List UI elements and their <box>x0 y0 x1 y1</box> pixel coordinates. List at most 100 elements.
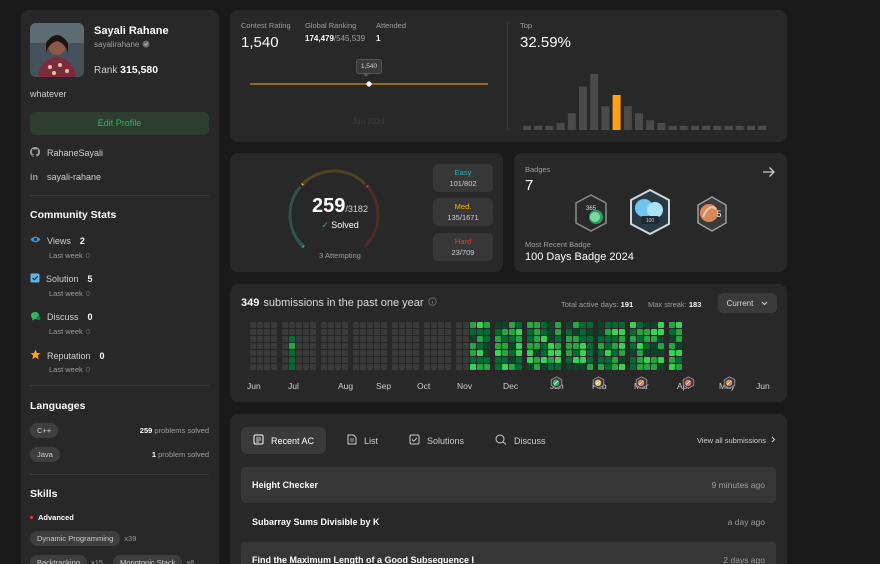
heatmap-cell[interactable] <box>477 357 483 363</box>
heatmap-cell[interactable] <box>367 357 373 363</box>
heatmap-cell[interactable] <box>271 364 277 370</box>
heatmap-cell[interactable] <box>509 322 515 328</box>
heatmap-cell[interactable] <box>296 364 302 370</box>
heatmap-cell[interactable] <box>527 322 533 328</box>
heatmap-cell[interactable] <box>282 329 288 335</box>
heatmap-cell[interactable] <box>477 329 483 335</box>
heatmap-cell[interactable] <box>431 350 437 356</box>
heatmap-cell[interactable] <box>566 350 572 356</box>
heatmap-cell[interactable] <box>264 350 270 356</box>
heatmap-cell[interactable] <box>463 364 469 370</box>
heatmap-cell[interactable] <box>289 322 295 328</box>
heatmap-cell[interactable] <box>381 364 387 370</box>
heatmap-cell[interactable] <box>257 357 263 363</box>
heatmap-cell[interactable] <box>431 364 437 370</box>
heatmap-cell[interactable] <box>658 336 664 342</box>
heatmap-cell[interactable] <box>605 343 611 349</box>
heatmap-cell[interactable] <box>328 343 334 349</box>
heatmap-cell[interactable] <box>477 322 483 328</box>
heatmap-cell[interactable] <box>502 350 508 356</box>
language-tag[interactable]: C++ <box>30 423 59 438</box>
heatmap-cell[interactable] <box>484 343 490 349</box>
heatmap-cell[interactable] <box>413 343 419 349</box>
heatmap-cell[interactable] <box>367 350 373 356</box>
heatmap-cell[interactable] <box>676 322 682 328</box>
heatmap-cell[interactable] <box>321 364 327 370</box>
heatmap-cell[interactable] <box>658 350 664 356</box>
heatmap-cell[interactable] <box>399 350 405 356</box>
heatmap-cell[interactable] <box>605 350 611 356</box>
heatmap-cell[interactable] <box>296 336 302 342</box>
heatmap-cell[interactable] <box>456 343 462 349</box>
heatmap-cell[interactable] <box>470 336 476 342</box>
heatmap-cell[interactable] <box>392 357 398 363</box>
heatmap-cell[interactable] <box>619 350 625 356</box>
heatmap-cell[interactable] <box>399 357 405 363</box>
heatmap-cell[interactable] <box>303 343 309 349</box>
heatmap-cell[interactable] <box>463 322 469 328</box>
heatmap-cell[interactable] <box>502 364 508 370</box>
heatmap-cell[interactable] <box>651 357 657 363</box>
heatmap-cell[interactable] <box>573 350 579 356</box>
heatmap-cell[interactable] <box>587 350 593 356</box>
heatmap-cell[interactable] <box>413 364 419 370</box>
heatmap-cell[interactable] <box>573 329 579 335</box>
heatmap-cell[interactable] <box>406 364 412 370</box>
heatmap-cell[interactable] <box>381 329 387 335</box>
heatmap-cell[interactable] <box>438 357 444 363</box>
heatmap-cell[interactable] <box>669 343 675 349</box>
heatmap-cell[interactable] <box>555 329 561 335</box>
heatmap-cell[interactable] <box>321 336 327 342</box>
heatmap-cell[interactable] <box>534 322 540 328</box>
heatmap-cell[interactable] <box>296 357 302 363</box>
heatmap-cell[interactable] <box>335 336 341 342</box>
heatmap-cell[interactable] <box>353 322 359 328</box>
heatmap-cell[interactable] <box>619 357 625 363</box>
heatmap-cell[interactable] <box>527 343 533 349</box>
heatmap-cell[interactable] <box>413 322 419 328</box>
heatmap-cell[interactable] <box>456 336 462 342</box>
heatmap-cell[interactable] <box>502 336 508 342</box>
heatmap-cell[interactable] <box>605 357 611 363</box>
heatmap-cell[interactable] <box>271 357 277 363</box>
heatmap-cell[interactable] <box>484 350 490 356</box>
heatmap-cell[interactable] <box>669 350 675 356</box>
heatmap-cell[interactable] <box>612 364 618 370</box>
heatmap-cell[interactable] <box>367 322 373 328</box>
heatmap-cell[interactable] <box>598 357 604 363</box>
heatmap-cell[interactable] <box>289 364 295 370</box>
tab-recent-ac[interactable]: Recent AC <box>241 427 327 454</box>
heatmap-cell[interactable] <box>555 336 561 342</box>
heatmap-cell[interactable] <box>257 343 263 349</box>
heatmap-cell[interactable] <box>374 364 380 370</box>
heatmap-cell[interactable] <box>374 322 380 328</box>
heatmap-cell[interactable] <box>456 357 462 363</box>
heatmap-cell[interactable] <box>271 322 277 328</box>
heatmap-cell[interactable] <box>573 336 579 342</box>
100-days-badge-icon[interactable]: 100 <box>627 188 673 236</box>
heatmap-cell[interactable] <box>573 343 579 349</box>
heatmap-cell[interactable] <box>658 364 664 370</box>
heatmap-cell[interactable] <box>392 322 398 328</box>
heatmap-cell[interactable] <box>484 322 490 328</box>
heatmap-cell[interactable] <box>495 350 501 356</box>
heatmap-cell[interactable] <box>392 364 398 370</box>
may-monthly-badge-icon[interactable]: 5 <box>694 195 730 233</box>
heatmap-cell[interactable] <box>321 357 327 363</box>
heatmap-cell[interactable] <box>296 343 302 349</box>
heatmap-cell[interactable] <box>413 329 419 335</box>
heatmap-cell[interactable] <box>392 350 398 356</box>
heatmap-cell[interactable] <box>296 322 302 328</box>
heatmap-cell[interactable] <box>527 329 533 335</box>
heatmap-cell[interactable] <box>406 329 412 335</box>
heatmap-cell[interactable] <box>534 336 540 342</box>
heatmap-cell[interactable] <box>250 364 256 370</box>
heatmap-cell[interactable] <box>424 329 430 335</box>
heatmap-cell[interactable] <box>587 343 593 349</box>
heatmap-cell[interactable] <box>456 329 462 335</box>
heatmap-cell[interactable] <box>509 329 515 335</box>
heatmap-cell[interactable] <box>630 336 636 342</box>
heatmap-cell[interactable] <box>612 350 618 356</box>
heatmap-cell[interactable] <box>456 322 462 328</box>
skill-tag[interactable]: Dynamic Programming <box>30 531 121 546</box>
